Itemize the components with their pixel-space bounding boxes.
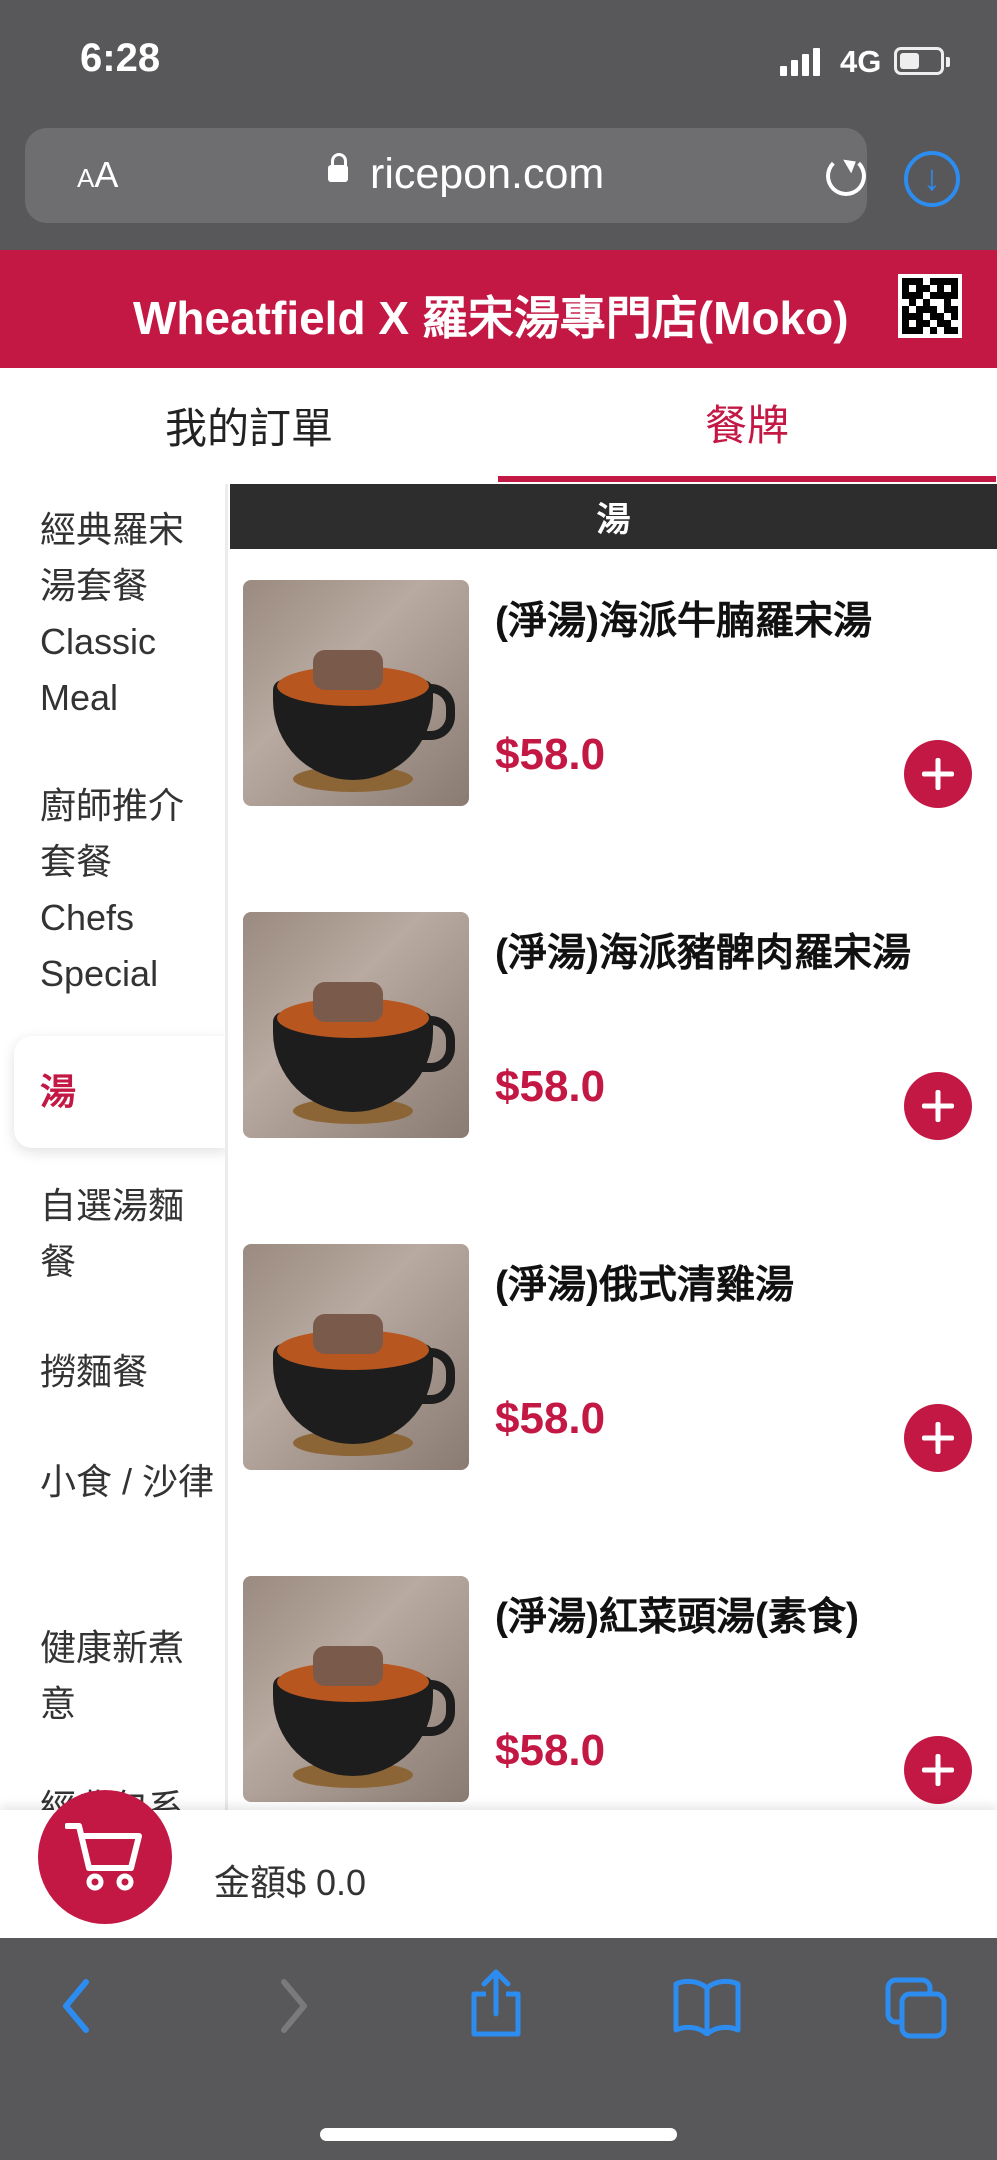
browser-toolbar bbox=[0, 1938, 997, 2160]
tab-menu[interactable]: 餐牌 bbox=[498, 368, 996, 482]
store-header: Wheatfield X 羅宋湯專門店(Moko) bbox=[0, 250, 997, 368]
menu-item[interactable]: (淨湯)海派豬髀肉羅宋湯 $58.0 bbox=[230, 912, 997, 1242]
back-arrow-icon[interactable] bbox=[56, 1976, 100, 2036]
category-soup[interactable]: 湯 bbox=[14, 1036, 225, 1148]
tabs-icon[interactable] bbox=[884, 1976, 948, 2040]
signal-icon bbox=[780, 48, 820, 76]
item-price: $58.0 bbox=[495, 1726, 606, 1775]
forward-arrow-icon[interactable] bbox=[270, 1976, 314, 2036]
add-icon[interactable] bbox=[904, 1072, 972, 1140]
item-price: $58.0 bbox=[495, 1062, 606, 1111]
battery-icon bbox=[894, 47, 950, 75]
item-price: $58.0 bbox=[495, 1394, 606, 1443]
cart-bar: 金額$ 0.0 bbox=[0, 1790, 997, 1938]
menu-list: 湯 (淨湯)海派牛腩羅宋湯 $58.0 (淨湯)海派豬髀肉羅宋湯 $58.0 (… bbox=[230, 484, 997, 1810]
item-name: (淨湯)海派牛腩羅宋湯 bbox=[495, 600, 872, 643]
category-lo-mein[interactable]: 撈麵餐 bbox=[40, 1344, 215, 1400]
reload-icon[interactable] bbox=[826, 156, 866, 196]
home-indicator bbox=[320, 2128, 677, 2141]
lock-icon bbox=[328, 153, 348, 186]
menu-item[interactable]: (淨湯)海派牛腩羅宋湯 $58.0 bbox=[230, 580, 997, 910]
browser-address-row: AA ricepon.com ↓ bbox=[0, 125, 997, 250]
category-sidebar: 經典羅宋湯套餐 Classic Meal 廚師推介套餐 Chefs Specia… bbox=[0, 484, 228, 1810]
store-title: Wheatfield X 羅宋湯專門店(Moko) bbox=[133, 292, 849, 344]
food-image bbox=[243, 1244, 469, 1470]
item-name: (淨湯)海派豬髀肉羅宋湯 bbox=[495, 932, 911, 975]
food-image bbox=[243, 580, 469, 806]
food-image bbox=[243, 1576, 469, 1802]
category-classic-meal[interactable]: 經典羅宋湯套餐 Classic Meal bbox=[40, 502, 215, 726]
bookmarks-icon[interactable] bbox=[672, 1976, 742, 2036]
address-bar[interactable]: AA ricepon.com bbox=[25, 128, 867, 223]
menu-item[interactable]: (淨湯)紅菜頭湯(素食) $58.0 bbox=[230, 1576, 997, 1810]
add-icon[interactable] bbox=[904, 740, 972, 808]
network-label: 4G bbox=[840, 44, 882, 79]
share-icon[interactable] bbox=[466, 1968, 526, 2040]
item-price: $58.0 bbox=[495, 730, 606, 779]
cart-total: 金額$ 0.0 bbox=[214, 1862, 367, 1903]
tab-bar: 我的訂單 餐牌 bbox=[0, 368, 997, 482]
text-size-button[interactable]: AA bbox=[77, 154, 118, 196]
add-icon[interactable] bbox=[904, 1736, 972, 1804]
item-name: (淨湯)俄式清雞湯 bbox=[495, 1264, 794, 1307]
category-chefs-special[interactable]: 廚師推介套餐 Chefs Special bbox=[40, 778, 215, 1002]
tab-my-orders[interactable]: 我的訂單 bbox=[0, 368, 498, 482]
download-icon[interactable]: ↓ bbox=[904, 151, 960, 207]
add-icon[interactable] bbox=[904, 1404, 972, 1472]
section-title: 湯 bbox=[230, 484, 997, 549]
status-bar: 6:28 4G bbox=[0, 0, 997, 125]
url-text[interactable]: ricepon.com bbox=[370, 150, 604, 199]
category-snacks-salad[interactable]: 小食 / 沙律 bbox=[40, 1454, 215, 1510]
food-image bbox=[243, 912, 469, 1138]
qr-code-icon[interactable] bbox=[898, 274, 962, 338]
category-custom-noodle[interactable]: 自選湯麵餐 bbox=[40, 1178, 215, 1290]
item-name: (淨湯)紅菜頭湯(素食) bbox=[495, 1596, 859, 1639]
category-healthy[interactable]: 健康新煮意 bbox=[40, 1620, 215, 1732]
status-time: 6:28 bbox=[80, 36, 161, 80]
menu-item[interactable]: (淨湯)俄式清雞湯 $58.0 bbox=[230, 1244, 997, 1574]
cart-icon[interactable] bbox=[38, 1790, 172, 1924]
